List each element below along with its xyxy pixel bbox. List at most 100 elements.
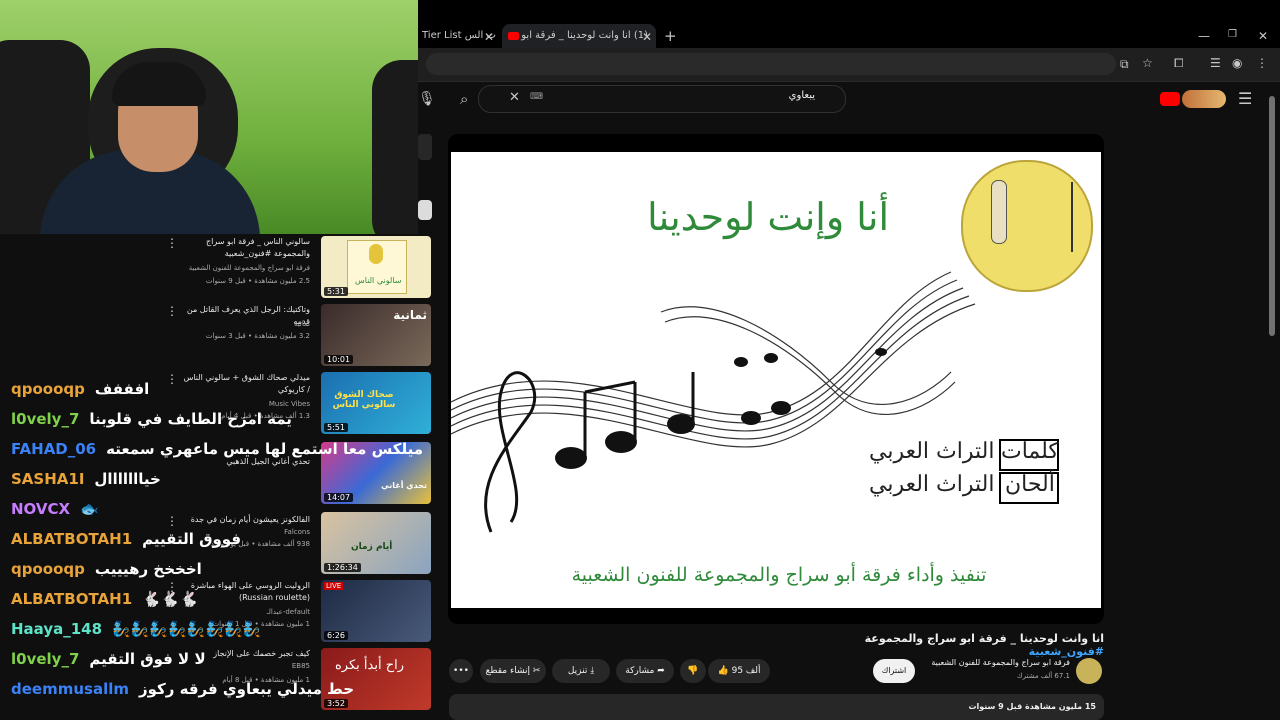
chat-message: SASHA1I خيااااااال [11,470,161,490]
video-hashtag-link[interactable]: #فنون_شعبية [1029,645,1104,658]
chat-text: فووق التقييم [142,530,242,548]
chat-username: Haaya_148 [11,620,103,638]
performer-caption: تنفيذ وأداء فرقة أبو سراج والمجموعة للفن… [571,564,987,586]
views-and-date: 15 مليون مشاهدة قبل 9 سنوات [968,702,1096,711]
chat-message: qpoooqp اخخخخ رهيييب [11,560,202,580]
clip-label: إنشاء مقطع [485,666,530,676]
reading-list-icon[interactable]: ☰ [1210,57,1221,69]
clear-search-icon[interactable]: ✕ [509,91,520,104]
share-button[interactable]: مشاركة ➦ [616,659,674,683]
related-video-thumbnail[interactable]: أيام زمان 1:26:34 [321,512,431,574]
youtube-header: 🎙 ⌕ ✕ ⌨ يبعاوي ⌕ ☰ [418,82,1280,118]
like-count: 95 ألف [731,666,761,676]
chat-username: l0vely_7 [11,410,80,428]
webcam-overlay [0,0,418,234]
hamburger-menu-icon[interactable]: ☰ [1238,91,1252,107]
credit-words-value: التراث العربي [869,439,995,464]
channel-avatar[interactable] [1076,658,1102,684]
related-video-thumbnail[interactable]: راح أبدأ بكره 3:52 [321,648,431,710]
video-duration: 5:31 [324,287,348,296]
chat-message: l0vely_7 يمه امزح الطايف في قلوبنا [11,410,292,430]
minimize-button[interactable]: — [1198,30,1210,42]
chat-username: ALBATBOTAH1 [11,530,133,548]
download-button[interactable]: تنزيل ⤓ [552,659,610,683]
related-video-thumbnail[interactable]: ثمانية 10:01 [321,304,431,366]
chat-message: deemmusallm حط ميدلي يبعاوي فرقه ركوز [11,680,354,700]
close-icon[interactable]: ✕ [484,31,494,43]
doodle-logo[interactable] [1182,90,1226,108]
maximize-button[interactable]: ❐ [1228,30,1237,40]
extensions-icon[interactable]: ⧠ [1174,57,1184,69]
more-actions-label: ••• [453,666,469,676]
search-icon[interactable]: ⌕ [460,92,468,107]
stream-chat-overlay: qpoooqp افففف l0vely_7 يمه امزح الطايف في … [0,375,423,720]
cast-icon[interactable]: ⧉ [1120,58,1129,70]
tab-youtube-video[interactable]: (1) انا وانت لوحدينا _ فرقة ابو [502,24,656,48]
video-duration: 10:01 [324,355,354,364]
video-player[interactable]: أنا وإنت لوحدينا كلمات التراث العربي ألح… [448,134,1104,624]
more-actions-button[interactable]: ••• [449,659,473,683]
subscriber-count: 67.1 ألف مشترك [1016,672,1070,680]
chip-partial[interactable] [418,134,432,160]
page-scrollbar[interactable] [1269,96,1275,336]
music-staff-illustration [451,271,976,533]
thumbs-up-icon: 👍 [717,666,729,676]
more-options-icon[interactable]: ⋮ [166,304,178,318]
chat-text: ميلكس معا استمع لها ميس ماعهري سمعته [106,440,424,458]
related-video-thumbnail[interactable]: LIVE 6:26 [321,580,431,642]
chat-text: 🧞🧞🧞🧞🧞🧞🧞🧞 [112,620,262,638]
subscribe-button[interactable]: اشتراك [873,659,915,683]
chat-username: FAHAD_06 [11,440,97,458]
video-title-text: انا وانت لوحدينا _ فرقة ابو سراج والمجمو… [864,632,1104,645]
thumb-text: سالوني الناس [355,276,402,285]
close-icon[interactable]: ✕ [642,31,652,43]
related-video-thumbnail[interactable]: سالوني الناس 5:31 [321,236,431,298]
chat-username: NOVCX [11,500,71,518]
youtube-logo-icon[interactable] [1160,92,1180,106]
download-label: تنزيل [567,666,588,676]
related-video-title[interactable]: سالوني الناس _ فرقة ابو سراج والمجموعة #… [180,236,310,260]
description-box[interactable]: 15 مليون مشاهدة قبل 9 سنوات [449,694,1104,720]
chat-text: 🐇🐇🐇 [142,590,199,608]
emblem-text-lines [1013,182,1073,252]
chat-username: deemmusallm [11,680,129,698]
chat-message: ALBATBOTAH1 فووق التقييم [11,530,241,550]
like-button[interactable]: 👍 95 ألف [708,659,770,683]
bookmark-star-icon[interactable]: ☆ [1142,57,1153,69]
chat-text: اخخخخ رهيييب [94,560,202,578]
chat-message: ALBATBOTAH1 🐇🐇🐇 [11,590,198,610]
chat-username: SASHA1I [11,470,85,488]
thumb-text: صحاك الشوق سالوني الناس [332,390,396,410]
chat-message: NOVCX 🐟 [11,500,99,520]
chat-text: خيااااااال [94,470,161,488]
profile-icon[interactable]: ◉ [1232,57,1242,69]
scissors-icon: ✂ [532,666,541,676]
related-video-channel[interactable]: فرقة ابو سراج والمجموعة للفنون الشعبية [180,264,310,272]
browser-tab-bar: Tier List ترات الس ✕ (1) انا وانت لوحدين… [418,0,1280,48]
channel-name[interactable]: فرقة ابو سراج والمجموعة للفنون الشعبية [920,658,1070,667]
chat-text: لا لا فوق التقيم [89,650,206,668]
clip-button[interactable]: إنشاء مقطع ✂ [480,659,546,683]
voice-search-icon[interactable]: 🎙 [418,92,436,106]
related-video-channel[interactable]: ثمانية [180,320,310,328]
close-window-button[interactable]: ✕ [1258,30,1268,42]
share-icon: ➦ [657,666,665,676]
keyboard-icon[interactable]: ⌨ [530,93,543,102]
related-video-meta: 3.2 مليون مشاهدة • قبل 3 سنوات [205,332,310,340]
address-bar-row: ⧉ ☆ ⧠ ☰ ◉ ⋮ [418,48,1280,82]
search-box[interactable]: ⌕ ✕ ⌨ يبعاوي [478,85,846,113]
address-input[interactable] [426,53,1116,75]
browser-menu-icon[interactable]: ⋮ [1256,57,1268,69]
chip-partial[interactable] [418,200,432,220]
dislike-button[interactable]: 👎 [680,659,706,683]
more-options-icon[interactable]: ⋮ [166,236,178,250]
related-video-thumbnail[interactable]: صحاك الشوق سالوني الناس 5:51 [321,372,431,434]
chat-username: qpoooqp [11,380,85,398]
new-tab-button[interactable]: + [664,29,677,44]
video-frame[interactable]: أنا وإنت لوحدينا كلمات التراث العربي ألح… [451,152,1101,608]
thumb-text: راح أبدأ بكره [335,658,404,673]
search-input[interactable]: يبعاوي [789,90,815,101]
chat-message: l0vely_7 لا لا فوق التقيم [11,650,206,670]
download-icon: ⤓ [590,666,595,676]
credit-melody-label: ألحان [1005,472,1055,497]
